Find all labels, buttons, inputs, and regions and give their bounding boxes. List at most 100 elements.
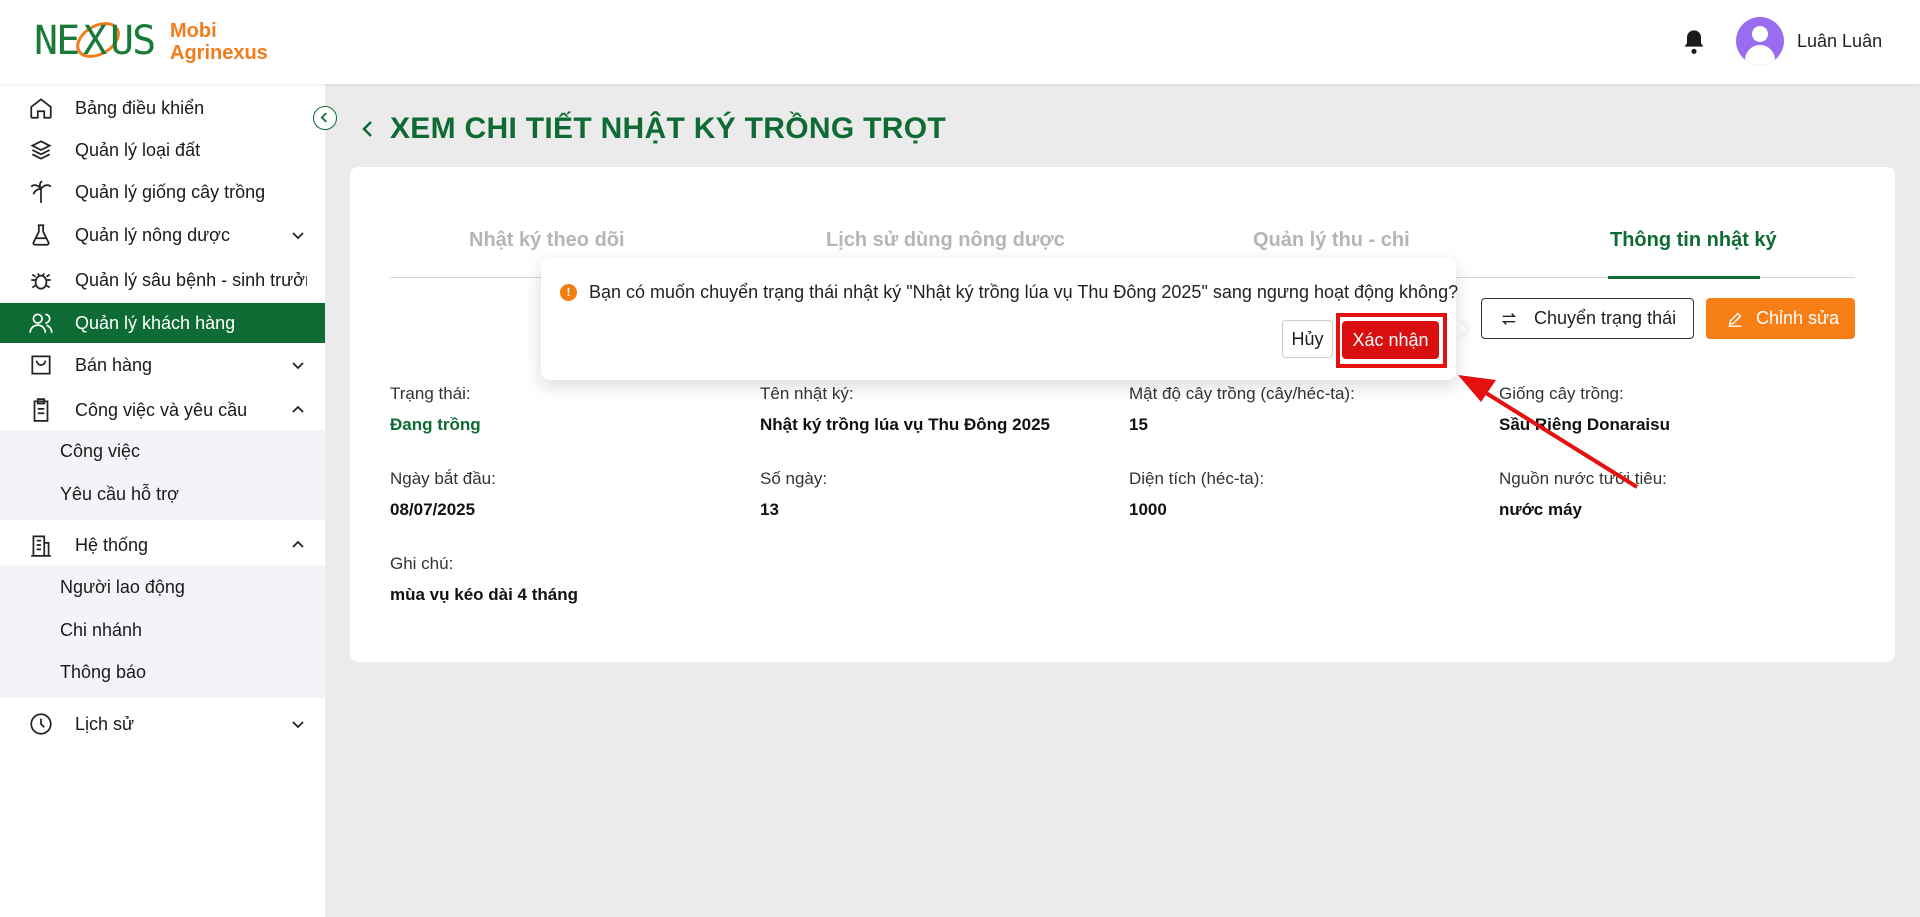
sidebar-item-pesticides[interactable]: Quản lý nông dược (0, 215, 325, 255)
chevron-up-icon (292, 540, 304, 548)
chevron-down-icon (292, 362, 304, 370)
field-label: Ghi chú: (390, 554, 454, 573)
submenu-item-tasks[interactable]: Công việc (60, 441, 140, 462)
chevron-down-icon (292, 232, 304, 240)
flask-icon (32, 224, 50, 246)
system-submenu: Người lao động Chi nhánh Thông báo (0, 565, 325, 698)
sidebar-item-dashboard[interactable]: Bảng điều khiển (0, 88, 325, 128)
sidebar-item-sales[interactable]: Bán hàng (0, 345, 325, 385)
field-water-source: Nguồn nước tưới tiêu: nước máy (1499, 469, 1667, 520)
submenu-item-branches[interactable]: Chi nhánh (60, 620, 142, 641)
sidebar-item-varieties[interactable]: Quản lý giống cây trồng (0, 172, 325, 212)
field-value: mùa vụ kéo dài 4 tháng (390, 585, 578, 604)
page-title: XEM CHI TIẾT NHẬT KÝ TRỒNG TRỌT (390, 112, 946, 145)
svg-text:X: X (83, 18, 107, 64)
field-status: Trạng thái: Đang trồng (390, 384, 481, 435)
confirm-message: Bạn có muốn chuyển trạng thái nhật ký "N… (589, 282, 1459, 302)
sidebar-collapse-button[interactable] (313, 106, 337, 130)
tab-income-expense[interactable]: Quản lý thu - chi (1253, 229, 1410, 252)
top-header: NE X US Mobi Agrinexus Luân Luân (0, 0, 1920, 84)
sidebar-item-customers[interactable]: Quản lý khách hàng (0, 303, 325, 343)
field-density: Mật độ cây trồng (cây/héc-ta): 15 (1129, 384, 1355, 435)
submenu-item-notifications[interactable]: Thông báo (60, 662, 146, 683)
sidebar-item-label: Quản lý khách hàng (75, 312, 236, 333)
brand-name: Mobi Agrinexus (170, 20, 268, 64)
sidebar-item-history[interactable]: Lịch sử (0, 704, 325, 744)
sidebar-item-label: Quản lý sâu bệnh - sinh trưởng (75, 269, 307, 290)
field-area: Diện tích (héc-ta): 1000 (1129, 469, 1264, 520)
submenu-item-support[interactable]: Yêu cầu hỗ trợ (60, 484, 179, 505)
user-name[interactable]: Luân Luân (1797, 31, 1882, 52)
active-tab-indicator (1608, 276, 1760, 279)
sidebar-item-system[interactable]: Hệ thống (0, 525, 325, 565)
user-avatar[interactable] (1736, 17, 1784, 65)
field-note: Ghi chú: mùa vụ kéo dài 4 tháng (390, 554, 578, 605)
users-icon (29, 313, 53, 333)
chevron-up-icon (292, 405, 304, 413)
bug-icon (31, 272, 51, 290)
svg-text:US: US (110, 18, 154, 64)
edit-label: Chỉnh sửa (1756, 308, 1840, 328)
field-label: Mật độ cây trồng (cây/héc-ta): (1129, 384, 1355, 403)
brand-line1: Mobi (170, 20, 217, 42)
field-value: Đang trồng (390, 415, 481, 434)
palm-tree-icon (30, 180, 52, 203)
sidebar-item-pests[interactable]: Quản lý sâu bệnh - sinh trưởng (0, 260, 325, 300)
brand-logo[interactable]: NE X US Mobi Agrinexus (34, 14, 268, 70)
field-label: Trạng thái: (390, 384, 471, 403)
field-label: Nguồn nước tưới tiêu: (1499, 469, 1667, 488)
sidebar-item-label: Bán hàng (75, 354, 153, 375)
notification-bell-icon[interactable] (1680, 28, 1708, 56)
page-header: XEM CHI TIẾT NHẬT KÝ TRỒNG TRỌT (358, 112, 946, 146)
home-icon (30, 98, 52, 119)
switch-status-label: Chuyển trạng thái (1534, 308, 1677, 328)
field-value: Nhật ký trồng lúa vụ Thu Đông 2025 (760, 415, 1050, 434)
cancel-button[interactable]: Hủy (1282, 320, 1333, 358)
field-value: Sầu Riêng Donaraisu (1499, 415, 1670, 434)
work-submenu: Công việc Yêu cầu hỗ trợ (0, 430, 325, 520)
tab-tracking-log[interactable]: Nhật ký theo dõi (469, 229, 625, 252)
chevron-down-icon (292, 721, 304, 729)
sidebar-item-work[interactable]: Công việc và yêu cầu (0, 390, 325, 430)
chevron-left-icon (320, 112, 327, 123)
field-label: Giống cây trồng: (1499, 384, 1624, 403)
annotation-highlight-box (1336, 313, 1447, 368)
field-label: Ngày bắt đầu: (390, 469, 496, 488)
clipboard-icon (33, 398, 49, 422)
back-arrow-icon[interactable] (358, 119, 378, 139)
pencil-icon (1728, 312, 1742, 327)
field-variety: Giống cây trồng: Sầu Riêng Donaraisu (1499, 384, 1670, 435)
detail-card: Nhật ký theo dõi Lịch sử dùng nông dược … (350, 167, 1895, 662)
clock-icon (30, 713, 52, 735)
field-label: Số ngày: (760, 469, 828, 488)
field-value: 1000 (1129, 500, 1167, 519)
soil-layers-icon (30, 140, 52, 160)
sidebar-item-label: Quản lý giống cây trồng (75, 181, 266, 202)
brand-line2: Agrinexus (170, 42, 268, 64)
field-value: 15 (1129, 415, 1148, 434)
sidebar-item-label: Quản lý nông dược (75, 224, 230, 245)
switch-status-button[interactable]: Chuyển trạng thái (1481, 298, 1694, 339)
edit-button[interactable]: Chỉnh sửa (1706, 298, 1855, 339)
tab-log-info[interactable]: Thông tin nhật ký (1610, 229, 1777, 252)
warning-icon: ! (560, 284, 577, 301)
sidebar-item-label: Công việc và yêu cầu (75, 399, 248, 420)
sidebar-item-label: Hệ thống (75, 534, 149, 555)
sidebar-item-soil[interactable]: Quản lý loại đất (0, 130, 325, 170)
field-label: Tên nhật ký: (760, 384, 854, 403)
sidebar-item-label: Lịch sử (75, 713, 135, 734)
field-days: Số ngày: 13 (760, 469, 827, 520)
sidebar-item-label: Quản lý loại đất (75, 139, 201, 160)
field-start-date: Ngày bắt đầu: 08/07/2025 (390, 469, 496, 520)
shopping-bag-icon (31, 355, 51, 375)
tab-pesticide-history[interactable]: Lịch sử dùng nông dược (826, 229, 1065, 252)
submenu-item-workers[interactable]: Người lao động (60, 577, 185, 598)
confirm-popover: ! Bạn có muốn chuyển trạng thái nhật ký … (541, 258, 1459, 380)
field-value: 13 (760, 500, 779, 519)
field-label: Diện tích (héc-ta): (1129, 469, 1265, 488)
sidebar: Bảng điều khiển Quản lý loại đất Quản lý… (0, 84, 325, 917)
building-icon (31, 535, 51, 557)
nexus-logo-icon: NE X US (34, 18, 156, 64)
svg-text:NE: NE (34, 18, 78, 64)
field-log-name: Tên nhật ký: Nhật ký trồng lúa vụ Thu Đô… (760, 384, 1050, 435)
